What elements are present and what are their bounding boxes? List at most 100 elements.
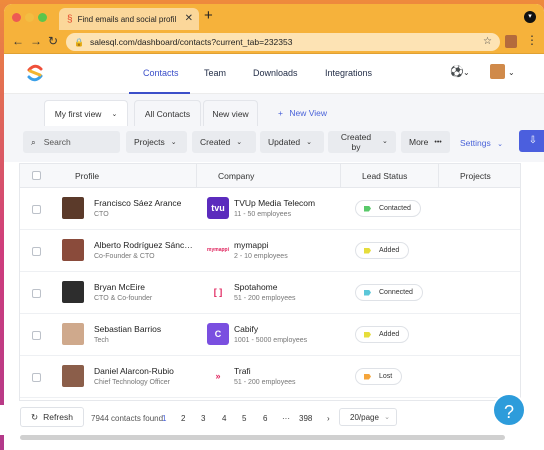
contact-title: Tech (94, 337, 109, 344)
new-tab-icon[interactable]: + (204, 7, 213, 24)
close-window-button[interactable] (12, 13, 21, 22)
lead-status-label: Lost (379, 373, 393, 380)
column-header[interactable]: Profile (75, 171, 99, 181)
per-page-value: 20/page (350, 412, 379, 422)
lead-status-label: Added (379, 247, 400, 254)
more-filter[interactable]: More ••• (401, 131, 450, 153)
per-page-select[interactable]: 20/page ⌄ (339, 408, 397, 426)
table-row[interactable]: Alberto Rodríguez Sánc… Co-Founder & CTO m… (20, 230, 520, 272)
next-page-icon[interactable]: › (327, 414, 330, 423)
minimize-window-button[interactable] (25, 13, 34, 22)
row-checkbox[interactable] (32, 331, 41, 340)
contact-name[interactable]: Sebastian Barrios (94, 324, 161, 334)
refresh-button[interactable]: ↻ Refresh (20, 407, 84, 427)
row-checkbox[interactable] (32, 247, 41, 256)
avatar[interactable] (62, 197, 84, 219)
forward-icon[interactable]: → (30, 34, 42, 48)
company-name[interactable]: mymappi (234, 240, 268, 250)
browser-tab-bar: § Find emails and social profiles ✕ + ▾ (4, 4, 544, 30)
browser-menu-icon[interactable]: ⋮ (526, 33, 538, 47)
page-number[interactable]: 1 (162, 414, 166, 423)
tab-new-view[interactable]: New view (203, 100, 258, 126)
table-row[interactable]: Francisco Sáez Arance CTO tvu TVUp Media Te… (20, 188, 520, 230)
add-new-view-button[interactable]: + New View (278, 108, 327, 118)
page-number[interactable]: 398 (299, 414, 312, 423)
new-view-label: New View (289, 108, 327, 118)
column-header[interactable]: Lead Status (362, 171, 407, 181)
avatar[interactable] (62, 239, 84, 261)
avatar[interactable] (62, 323, 84, 345)
contact-name[interactable]: Alberto Rodríguez Sánc… (94, 240, 193, 250)
avatar[interactable] (62, 365, 84, 387)
salesql-logo-icon[interactable] (24, 62, 46, 84)
page-number[interactable]: 3 (201, 414, 205, 423)
chevron-down-icon[interactable]: ⌄ (463, 68, 470, 77)
created-by-filter[interactable]: Created by ⌄ (328, 131, 396, 153)
tag-icon (364, 373, 371, 380)
pagination-footer: ↻ Refresh 7944 contacts found 1 2 3 4 5 6 ··· 3… (0, 405, 540, 435)
tab-my-first-view[interactable]: My first view ⌄ (44, 100, 128, 126)
contact-title: Co-Founder & CTO (94, 253, 155, 260)
settings-dropdown[interactable]: Settings ⌄ (460, 138, 503, 148)
browser-tab[interactable]: § Find emails and social profiles ✕ (59, 8, 199, 30)
help-chat-button[interactable]: ? (492, 393, 526, 427)
url-field[interactable]: 🔒 salesql.com/dashboard/contacts?current… (66, 33, 500, 51)
reload-icon[interactable]: ↻ (48, 34, 58, 48)
column-header[interactable]: Projects (460, 171, 491, 181)
row-checkbox[interactable] (32, 373, 41, 382)
user-avatar[interactable] (490, 64, 505, 79)
page-number[interactable]: 6 (263, 414, 267, 423)
pager-ellipsis[interactable]: ··· (282, 414, 290, 423)
contact-name[interactable]: Bryan McEire (94, 282, 145, 292)
nav-contacts[interactable]: Contacts (143, 68, 179, 78)
maximize-window-button[interactable] (38, 13, 47, 22)
close-tab-icon[interactable]: ✕ (185, 13, 193, 24)
back-icon[interactable]: ← (12, 34, 24, 48)
chevron-down-icon[interactable]: ⌄ (508, 68, 515, 77)
company-name[interactable]: Cabify (234, 324, 258, 334)
search-input[interactable]: ⌕ Search (23, 131, 120, 153)
contact-name[interactable]: Daniel Alarcon-Rubio (94, 366, 174, 376)
page-number[interactable]: 2 (181, 414, 185, 423)
lead-status-badge[interactable]: Connected (355, 284, 423, 301)
lead-status-badge[interactable]: Added (355, 242, 410, 259)
nav-team[interactable]: Team (204, 68, 226, 78)
nav-downloads[interactable]: Downloads (253, 68, 298, 78)
lead-status-badge[interactable]: Lost (355, 368, 403, 385)
company-size: 2 - 10 employees (234, 253, 288, 260)
plus-icon: + (278, 108, 283, 118)
page-number[interactable]: 5 (242, 414, 246, 423)
created-filter[interactable]: Created ⌄ (192, 131, 256, 153)
bookmark-star-icon[interactable]: ☆ (483, 36, 492, 47)
horizontal-scrollbar[interactable] (20, 435, 505, 440)
table-row[interactable]: Daniel Alarcon-Rubio Chief Technology Off… (20, 356, 520, 398)
select-all-checkbox[interactable] (32, 171, 41, 180)
company-name[interactable]: Spotahome (234, 282, 277, 292)
lead-status-badge[interactable]: Added (355, 326, 410, 343)
avatar[interactable] (62, 281, 84, 303)
table-row[interactable]: Bryan McEire CTO & Co-founder [ ] Spotahome… (20, 272, 520, 314)
profile-avatar-icon[interactable] (505, 35, 517, 48)
download-icon[interactable]: ⇩ (519, 130, 544, 152)
page-number[interactable]: 4 (222, 414, 226, 423)
company-name[interactable]: Trafi (234, 366, 251, 376)
tab-all-contacts[interactable]: All Contacts (134, 100, 201, 126)
tab-search-icon[interactable]: ▾ (524, 11, 536, 23)
contact-name[interactable]: Francisco Sáez Arance (94, 198, 181, 208)
lead-status-label: Connected (379, 289, 413, 296)
filter-label: Created by (340, 132, 372, 152)
table-row[interactable]: Sebastian Barrios Tech C Cabify 1001 - 5000 … (20, 314, 520, 356)
company-name[interactable]: TVUp Media Telecom (234, 198, 315, 208)
nav-integrations[interactable]: Integrations (325, 68, 372, 78)
row-checkbox[interactable] (32, 205, 41, 214)
contact-title: CTO & Co-founder (94, 295, 153, 302)
row-checkbox[interactable] (32, 289, 41, 298)
updated-filter[interactable]: Updated ⌄ (260, 131, 324, 153)
chevron-down-icon: ⌄ (497, 141, 503, 148)
column-header[interactable]: Company (218, 171, 254, 181)
column-divider (340, 164, 341, 188)
contacts-table: Profile Company Lead Status Projects Fra… (19, 163, 521, 401)
lead-status-badge[interactable]: Contacted (355, 200, 421, 217)
language-globe-icon[interactable]: ⚽ (450, 65, 464, 78)
projects-filter[interactable]: Projects ⌄ (126, 131, 187, 153)
